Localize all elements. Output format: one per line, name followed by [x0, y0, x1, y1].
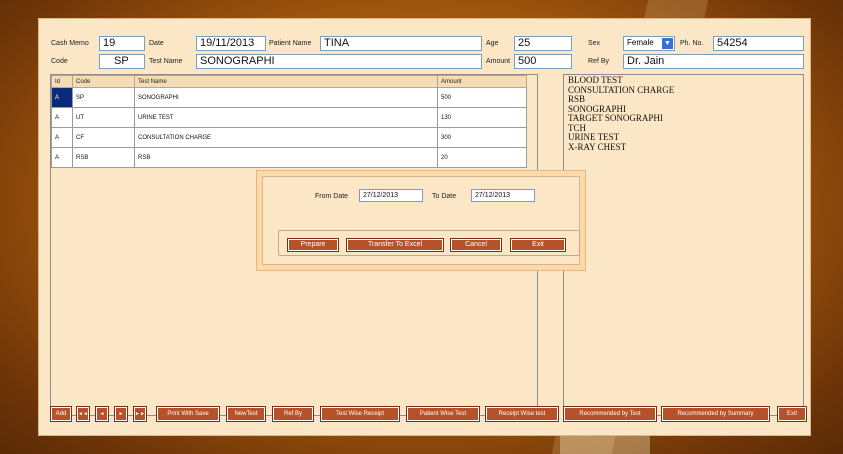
phone-field[interactable]: 54254 — [713, 36, 804, 51]
recommended-by-test-button[interactable]: Recommended by Test — [563, 406, 657, 422]
cell-test-name[interactable]: CONSULTATION CHARGE — [134, 127, 438, 148]
cell-amount[interactable]: 130 — [437, 107, 527, 128]
first-record-button[interactable]: ◄◄ — [76, 406, 90, 422]
cell-id[interactable]: A — [51, 107, 73, 128]
list-item[interactable]: X-RAY CHEST — [568, 142, 799, 153]
cell-amount[interactable]: 20 — [437, 147, 527, 168]
grid-header-row: Id Code Test Name Amount — [51, 75, 527, 88]
table-row[interactable]: A RSB RSB 20 — [51, 147, 527, 168]
exit-button[interactable]: Exit — [777, 406, 807, 422]
cash-memo-label: Cash Memo — [51, 40, 89, 47]
cell-test-name[interactable]: URINE TEST — [134, 107, 438, 128]
amount-label: Amount — [486, 58, 511, 65]
grid-header-id[interactable]: Id — [51, 75, 73, 88]
patient-wise-test-button[interactable]: Patient Wise Test — [406, 406, 480, 422]
new-test-button[interactable]: NewTest — [226, 406, 266, 422]
cancel-button[interactable]: Cancel — [450, 238, 502, 252]
next-record-button[interactable]: ► — [114, 406, 128, 422]
cell-code[interactable]: UT — [72, 107, 135, 128]
code-label: Code — [51, 58, 68, 65]
cell-id[interactable]: A — [51, 147, 73, 168]
sex-select-value: Female — [627, 38, 654, 47]
dialog-exit-button[interactable]: Exit — [510, 238, 566, 252]
grid-header-amount[interactable]: Amount — [437, 75, 527, 88]
cell-id[interactable]: A — [51, 127, 73, 148]
test-name-field[interactable]: SONOGRAPHI — [196, 54, 482, 69]
date-range-dialog: From Date 27/12/2013 To Date 27/12/2013 … — [256, 170, 586, 271]
test-wise-receipt-button[interactable]: Test Wise Receipt — [320, 406, 400, 422]
amount-field[interactable]: 500 — [514, 54, 572, 69]
cell-amount[interactable]: 300 — [437, 127, 527, 148]
prepare-button[interactable]: Prepare — [287, 238, 339, 252]
list-item[interactable]: TARGET SONOGRAPHI — [568, 113, 799, 124]
last-record-button[interactable]: ►► — [133, 406, 147, 422]
to-date-field[interactable]: 27/12/2013 — [471, 189, 535, 202]
cell-test-name[interactable]: RSB — [134, 147, 438, 168]
recommended-by-summary-button[interactable]: Recommended by Summary — [661, 406, 770, 422]
receipt-wise-test-button[interactable]: Receipt Wise test — [485, 406, 559, 422]
cell-code[interactable]: CF — [72, 127, 135, 148]
table-row[interactable]: A CF CONSULTATION CHARGE 300 — [51, 127, 527, 148]
cell-amount[interactable]: 500 — [437, 87, 527, 108]
date-field[interactable]: 19/11/2013 — [196, 36, 266, 51]
dialog-panel: From Date 27/12/2013 To Date 27/12/2013 … — [262, 176, 580, 265]
age-label: Age — [486, 40, 499, 47]
prev-record-button[interactable]: ◄ — [95, 406, 109, 422]
table-row[interactable]: A UT URINE TEST 130 — [51, 107, 527, 128]
cell-id[interactable]: A — [51, 87, 73, 108]
to-date-label: To Date — [432, 193, 457, 200]
add-button[interactable]: Add — [50, 406, 72, 422]
cell-test-name[interactable]: SONOGRAPHI — [134, 87, 438, 108]
test-name-label: Test Name — [149, 58, 183, 65]
ref-by-label: Ref By — [588, 58, 610, 65]
sex-select[interactable]: Female ▼ — [623, 36, 675, 51]
patient-name-field[interactable]: TINA — [320, 36, 482, 51]
ref-by-button[interactable]: Ref By — [272, 406, 314, 422]
transfer-to-excel-button[interactable]: Transfer To Excel — [346, 238, 444, 252]
from-date-label: From Date — [315, 193, 349, 200]
ref-by-field[interactable]: Dr. Jain — [623, 54, 804, 69]
grid-header-code[interactable]: Code — [72, 75, 135, 88]
from-date-field[interactable]: 27/12/2013 — [359, 189, 423, 202]
cell-code[interactable]: SP — [72, 87, 135, 108]
chevron-down-icon[interactable]: ▼ — [662, 38, 673, 49]
patient-name-label: Patient Name — [269, 40, 312, 47]
table-row[interactable]: A SP SONOGRAPHI 500 — [51, 87, 527, 108]
grid-header-test-name[interactable]: Test Name — [134, 75, 438, 88]
sex-label: Sex — [588, 40, 601, 47]
date-label: Date — [149, 40, 164, 47]
age-field[interactable]: 25 — [514, 36, 572, 51]
test-list[interactable]: BLOOD TEST CONSULTATION CHARGE RSB SONOG… — [563, 74, 804, 416]
cash-memo-field[interactable]: 19 — [99, 36, 145, 51]
list-item[interactable]: CONSULTATION CHARGE — [568, 85, 799, 96]
phone-label: Ph. No. — [680, 40, 704, 47]
background-beam — [560, 436, 650, 454]
cell-code[interactable]: RSB — [72, 147, 135, 168]
code-field[interactable]: SP — [99, 54, 145, 69]
print-with-save-button[interactable]: Print With Save — [156, 406, 220, 422]
